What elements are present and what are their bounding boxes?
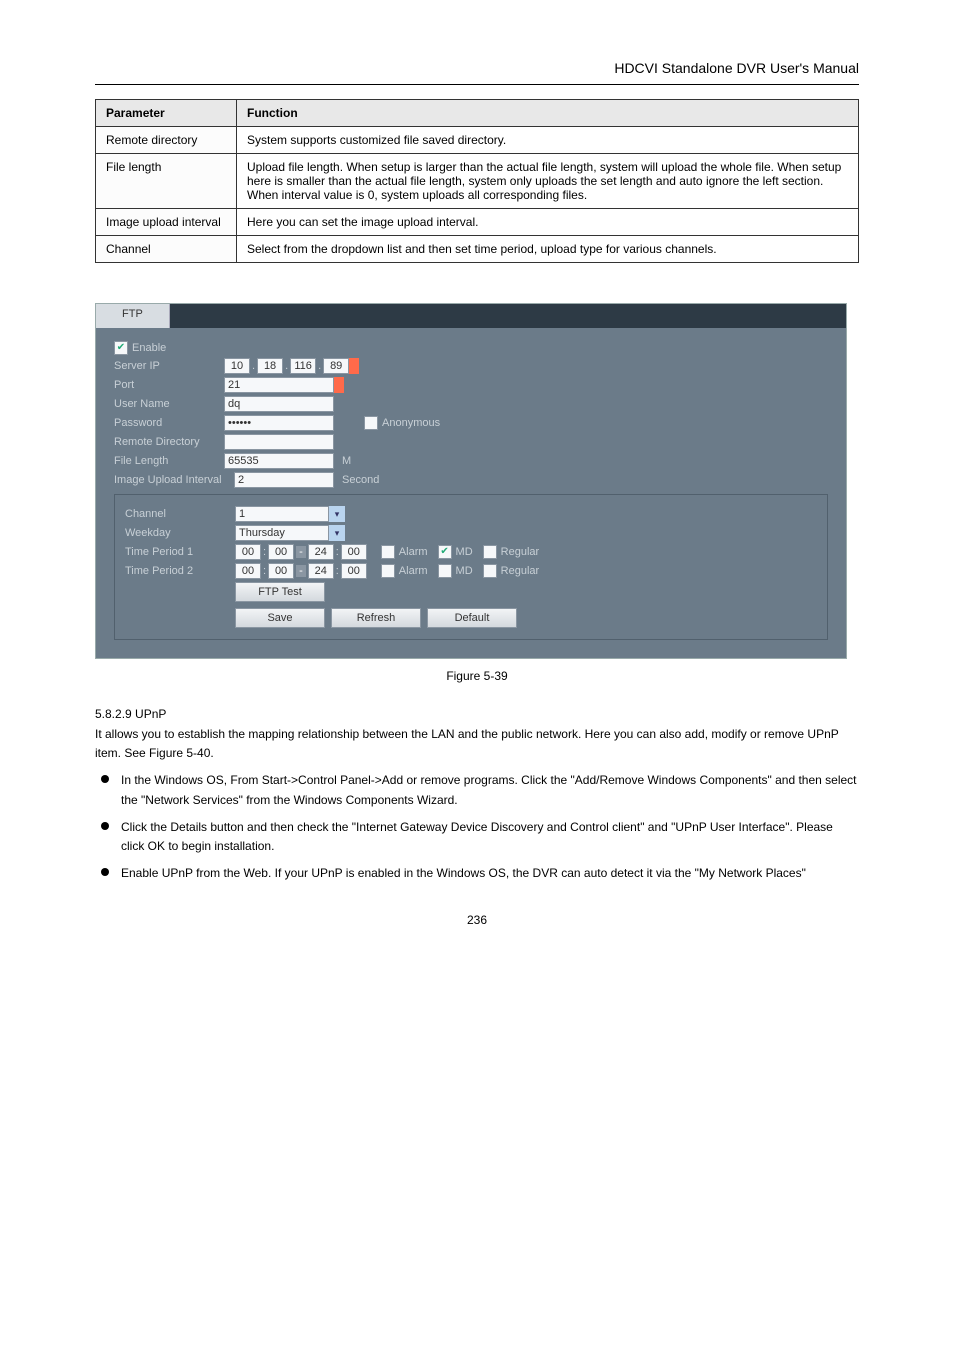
- enable-checkbox[interactable]: [114, 341, 128, 355]
- page-number: 236: [95, 913, 859, 927]
- required-marker: *: [349, 358, 359, 374]
- port-label: Port: [114, 379, 224, 391]
- img-interval-unit: Second: [342, 474, 379, 486]
- param-name: Image upload interval: [96, 209, 237, 236]
- figure-caption: Figure 5-39: [95, 669, 859, 683]
- md-label: MD: [456, 546, 473, 558]
- file-length-input[interactable]: [224, 453, 334, 469]
- regular-label: Regular: [501, 546, 540, 558]
- port-input[interactable]: [224, 377, 334, 393]
- username-input[interactable]: [224, 396, 334, 412]
- alarm-label: Alarm: [399, 565, 428, 577]
- anonymous-label: Anonymous: [382, 417, 440, 429]
- channel-period-box: Channel ▾ Weekday ▾ Time Period 1 :: [114, 494, 828, 640]
- img-interval-label: Image Upload Interval: [114, 474, 234, 486]
- anonymous-checkbox[interactable]: [364, 416, 378, 430]
- param-desc: System supports customized file saved di…: [237, 127, 859, 154]
- weekday-label: Weekday: [125, 527, 235, 539]
- tp2-start-m[interactable]: [268, 563, 294, 579]
- table-row: File length Upload file length. When set…: [96, 154, 859, 209]
- regular-label: Regular: [501, 565, 540, 577]
- file-length-unit: M: [342, 455, 351, 467]
- alarm-label: Alarm: [399, 546, 428, 558]
- channel-label: Channel: [125, 508, 235, 520]
- param-head-function: Function: [237, 100, 859, 127]
- param-desc: Select from the dropdown list and then s…: [237, 236, 859, 263]
- remote-dir-label: Remote Directory: [114, 436, 224, 448]
- tp2-alarm-checkbox[interactable]: [381, 564, 395, 578]
- tp1-end-h[interactable]: [308, 544, 334, 560]
- tp2-end-m[interactable]: [341, 563, 367, 579]
- time-period-1-label: Time Period 1: [125, 546, 235, 558]
- tp2-md-checkbox[interactable]: [438, 564, 452, 578]
- section-heading: 5.8.2.9 UPnP: [95, 707, 859, 721]
- table-row: Remote directory System supports customi…: [96, 127, 859, 154]
- ftp-screenshot: FTP Enable Server IP . . . * Port *: [95, 303, 847, 659]
- table-row: Channel Select from the dropdown list an…: [96, 236, 859, 263]
- tp1-start-h[interactable]: [235, 544, 261, 560]
- param-name: File length: [96, 154, 237, 209]
- chevron-down-icon[interactable]: ▾: [328, 506, 345, 522]
- param-desc: Here you can set the image upload interv…: [237, 209, 859, 236]
- username-label: User Name: [114, 398, 224, 410]
- ip-octet-1[interactable]: [224, 358, 250, 374]
- tp1-md-checkbox[interactable]: [438, 545, 452, 559]
- time-period-2-label: Time Period 2: [125, 565, 235, 577]
- tab-bar: FTP: [96, 304, 846, 328]
- ip-octet-4[interactable]: [323, 358, 349, 374]
- tp1-alarm-checkbox[interactable]: [381, 545, 395, 559]
- required-marker: *: [334, 377, 344, 393]
- tp2-end-h[interactable]: [308, 563, 334, 579]
- enable-label: Enable: [132, 342, 166, 354]
- page-title: HDCVI Standalone DVR User's Manual: [95, 60, 859, 76]
- param-name: Channel: [96, 236, 237, 263]
- param-desc: Upload file length. When setup is larger…: [237, 154, 859, 209]
- section-intro: It allows you to establish the mapping r…: [95, 725, 859, 763]
- chevron-down-icon[interactable]: ▾: [328, 525, 345, 541]
- tp2-regular-checkbox[interactable]: [483, 564, 497, 578]
- password-input[interactable]: [224, 415, 334, 431]
- tp1-regular-checkbox[interactable]: [483, 545, 497, 559]
- tab-ftp[interactable]: FTP: [96, 304, 170, 328]
- ip-octet-3[interactable]: [290, 358, 316, 374]
- param-name: Remote directory: [96, 127, 237, 154]
- password-label: Password: [114, 417, 224, 429]
- list-item: In the Windows OS, From Start->Control P…: [95, 771, 859, 809]
- default-button[interactable]: Default: [427, 608, 517, 628]
- remote-dir-input[interactable]: [224, 434, 334, 450]
- param-head-parameter: Parameter: [96, 100, 237, 127]
- ftp-test-button[interactable]: FTP Test: [235, 582, 325, 602]
- tp1-end-m[interactable]: [341, 544, 367, 560]
- server-ip-label: Server IP: [114, 360, 224, 372]
- save-button[interactable]: Save: [235, 608, 325, 628]
- tp1-start-m[interactable]: [268, 544, 294, 560]
- list-item: Click the Details button and then check …: [95, 818, 859, 856]
- list-item: Enable UPnP from the Web. If your UPnP i…: [95, 864, 859, 883]
- header-rule: [95, 84, 859, 85]
- md-label: MD: [456, 565, 473, 577]
- bullet-list: In the Windows OS, From Start->Control P…: [95, 771, 859, 883]
- refresh-button[interactable]: Refresh: [331, 608, 421, 628]
- parameter-table: Parameter Function Remote directory Syst…: [95, 99, 859, 263]
- file-length-label: File Length: [114, 455, 224, 467]
- table-row: Image upload interval Here you can set t…: [96, 209, 859, 236]
- ip-octet-2[interactable]: [257, 358, 283, 374]
- tp2-start-h[interactable]: [235, 563, 261, 579]
- img-interval-input[interactable]: [234, 472, 334, 488]
